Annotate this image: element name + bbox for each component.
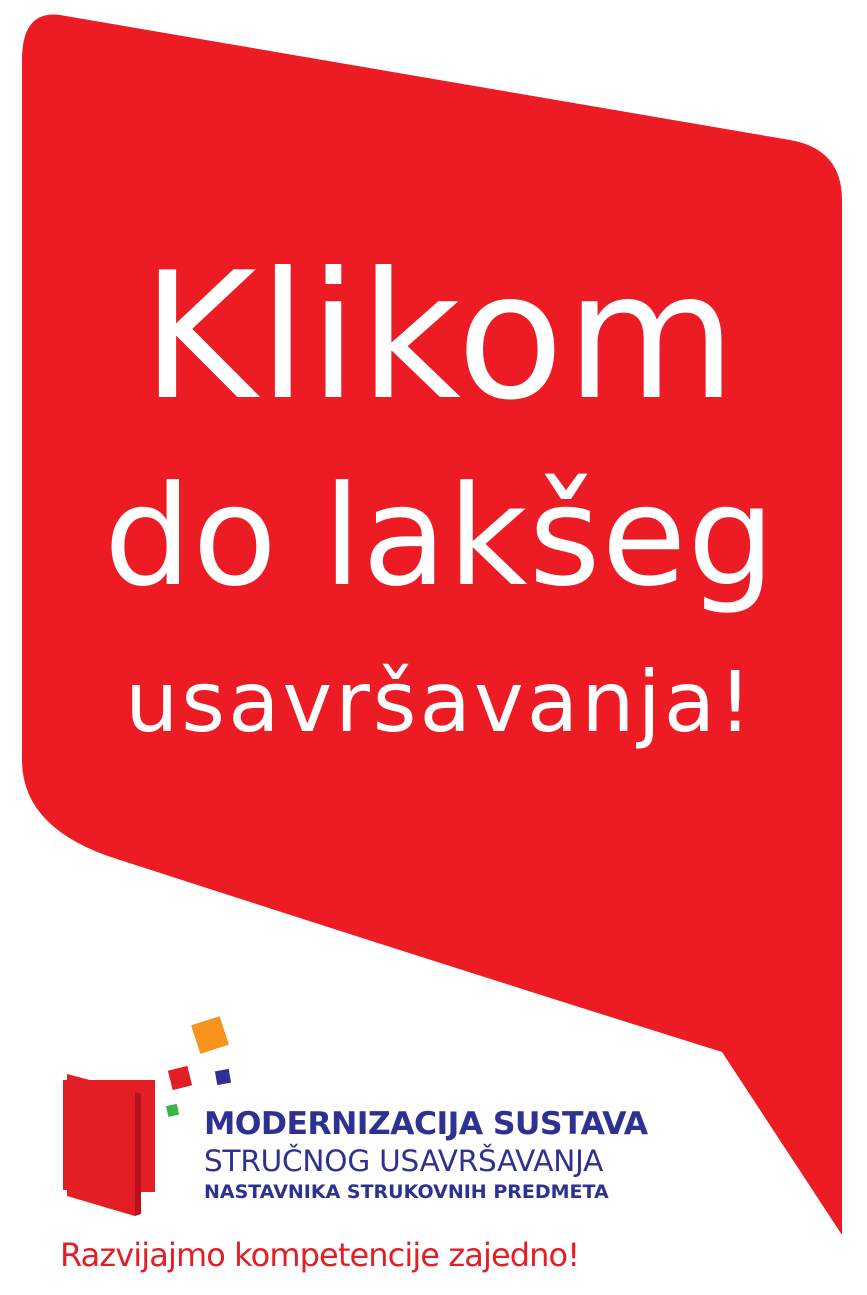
org-name-line-3: NASTAVNIKA STRUKOVNIH PREDMETA <box>204 1181 609 1203</box>
tagline: Razvijajmo kompetencije zajedno! <box>60 1236 580 1274</box>
org-name-line-1: MODERNIZACIJA SUSTAVA <box>204 1106 648 1142</box>
organization-name: MODERNIZACIJA SUSTAVA STRUČNOG USAVRŠAVA… <box>204 1105 684 1205</box>
headline-line-2: do lakšeg <box>103 456 777 617</box>
headline-line-1: Klikom <box>141 236 739 439</box>
headline-line-3: usavršavanja! <box>125 653 755 751</box>
org-name-line-2: STRUČNOG USAVRŠAVANJA <box>204 1144 604 1178</box>
